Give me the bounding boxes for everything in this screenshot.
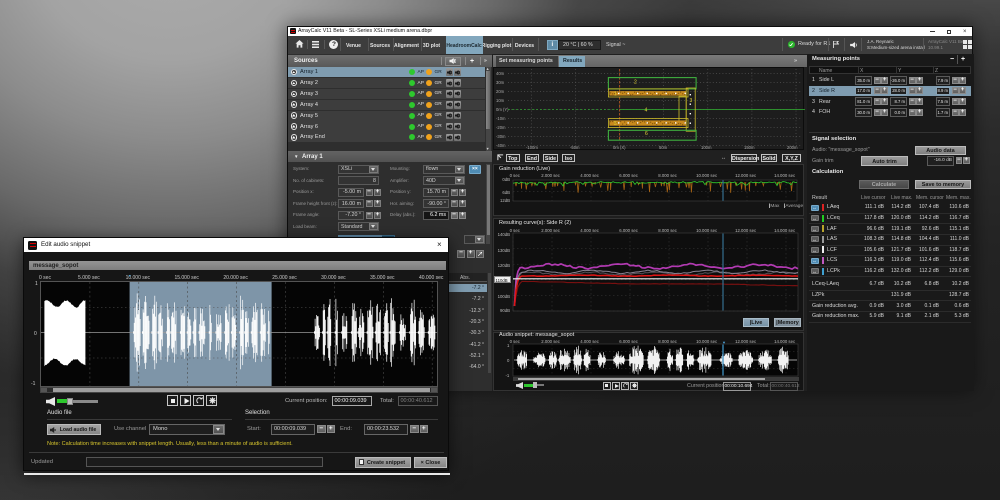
svg-text:1: 1 [614, 91, 617, 97]
svg-text:6: 6 [645, 131, 648, 137]
svg-text:3: 3 [689, 98, 692, 104]
svg-text:4: 4 [644, 107, 647, 113]
svg-text:2: 2 [634, 79, 637, 85]
svg-text:5: 5 [614, 121, 617, 127]
